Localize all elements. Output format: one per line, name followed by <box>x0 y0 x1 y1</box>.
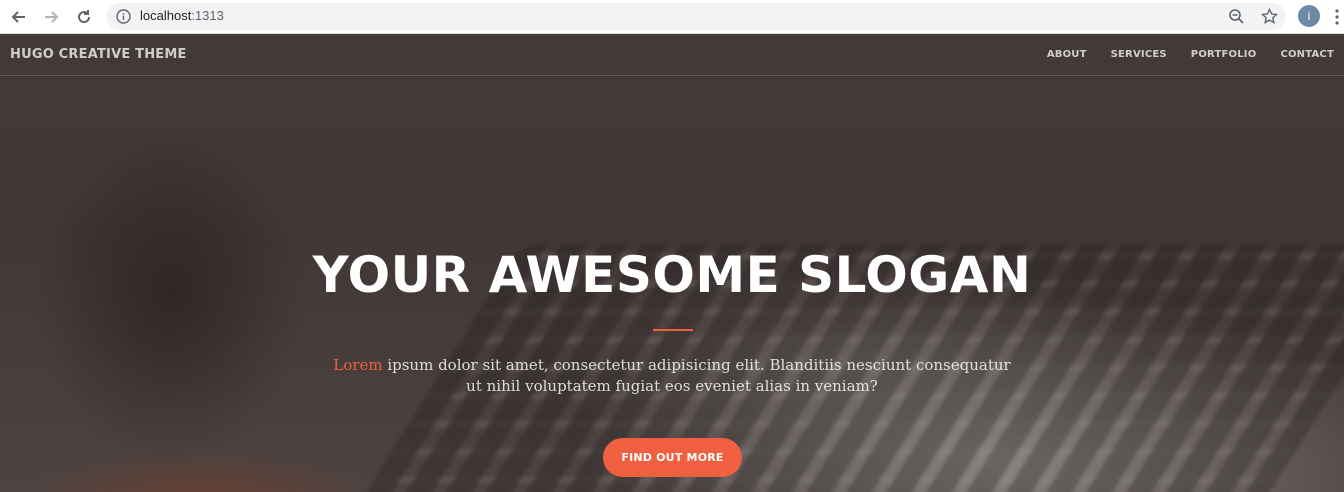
site-info-icon[interactable] <box>116 9 131 24</box>
back-arrow-icon[interactable] <box>9 7 29 27</box>
accent-divider <box>653 329 693 331</box>
reload-icon[interactable] <box>74 7 94 27</box>
profile-avatar[interactable]: i <box>1298 5 1320 27</box>
forward-arrow-icon[interactable] <box>41 7 61 27</box>
hero-lead-text: Lorem ipsum dolor sit amet, consectetur … <box>332 355 1012 397</box>
zoom-icon[interactable] <box>1228 8 1245 25</box>
hero-slogan: YOUR AWESOME SLOGAN <box>312 246 1032 304</box>
nav-link-about[interactable]: ABOUT <box>1047 49 1087 60</box>
lead-body-text: ipsum dolor sit amet, consectetur adipis… <box>382 356 1011 395</box>
bookmark-star-icon[interactable] <box>1261 7 1278 25</box>
site-navbar: HUGO CREATIVE THEME ABOUT SERVICES PORTF… <box>0 34 1344 76</box>
find-out-more-button[interactable]: FIND OUT MORE <box>603 438 742 477</box>
nav-link-services[interactable]: SERVICES <box>1111 49 1167 60</box>
lead-accent-word: Lorem <box>333 356 383 374</box>
hero-section: HUGO CREATIVE THEME ABOUT SERVICES PORTF… <box>0 34 1344 492</box>
url-text[interactable]: localhost:1313 <box>140 8 224 23</box>
address-bar[interactable]: localhost:1313 <box>106 3 1286 30</box>
nav-links: ABOUT SERVICES PORTFOLIO CONTACT <box>1047 49 1334 60</box>
browser-toolbar: localhost:1313 i <box>0 0 1344 34</box>
more-menu-icon[interactable] <box>1334 8 1340 26</box>
brand-logo-text[interactable]: HUGO CREATIVE THEME <box>10 47 187 62</box>
nav-link-portfolio[interactable]: PORTFOLIO <box>1191 49 1257 60</box>
nav-link-contact[interactable]: CONTACT <box>1280 49 1334 60</box>
